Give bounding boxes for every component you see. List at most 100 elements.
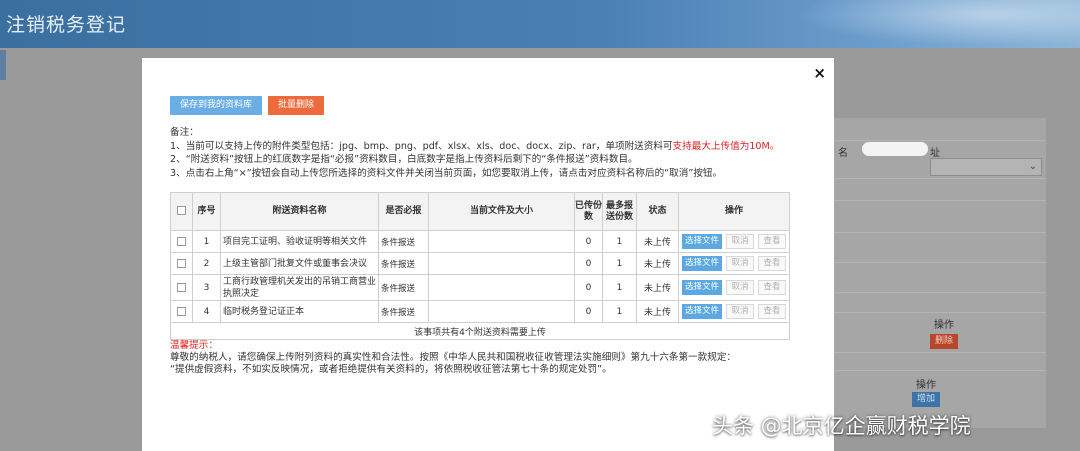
table-row: 4 临时税务登记证正本 条件报送 0 1 未上传 选择文件 取消 查看 <box>170 300 790 323</box>
tips-title: 温馨提示： <box>170 340 218 351</box>
col-uploaded: 已传份数 <box>574 192 603 231</box>
background-add-button[interactable]: 增加 <box>912 392 940 407</box>
notes-section: 备注： 1、当前可以支持上传的附件类型包括：jpg、bmp、png、pdf、xl… <box>170 126 830 180</box>
row-status: 未上传 <box>636 300 679 323</box>
chevron-down-icon: ⌄ <box>1028 161 1037 172</box>
row-name: 临时税务登记证正本 <box>220 300 379 323</box>
col-required: 是否必报 <box>378 192 429 231</box>
row-name: 上级主管部门批复文件或董事会决议 <box>220 252 379 275</box>
row-file <box>428 252 575 275</box>
notes-text: 1、当前可以支持上传的附件类型包括：jpg、bmp、png、pdf、xlsx、x… <box>170 140 673 152</box>
col-name: 附送资料名称 <box>220 192 379 231</box>
table-footer: 该事项共有4个附送资料需要上传 <box>170 322 790 340</box>
table-row: 1 项目完工证明、验收证明等相关文件 条件报送 0 1 未上传 选择文件 取消 … <box>170 230 790 253</box>
row-seq: 3 <box>192 274 221 301</box>
background-row <box>834 232 1046 233</box>
choose-file-button[interactable]: 选择文件 <box>681 256 722 271</box>
row-select-cell <box>170 230 193 253</box>
row-select-cell <box>170 300 193 323</box>
table-row: 2 上级主管部门批复文件或董事会决议 条件报送 0 1 未上传 选择文件 取消 … <box>170 252 790 275</box>
row-status: 未上传 <box>636 274 679 301</box>
row-seq: 1 <box>192 230 221 253</box>
row-required: 条件报送 <box>378 274 429 301</box>
view-button[interactable]: 查看 <box>758 280 786 295</box>
banner-decoration <box>780 0 1080 48</box>
background-row <box>834 292 1046 293</box>
table-footer-row: 该事项共有4个附送资料需要上传 <box>170 322 790 340</box>
table-header-row: 序号 附送资料名称 是否必报 当前文件及大小 已传份数 最多报送份数 状态 操作 <box>170 192 790 231</box>
watermark: 头条 @北京亿企赢财税学院 <box>712 414 971 438</box>
background-row <box>834 370 1046 371</box>
row-file <box>428 230 575 253</box>
batch-delete-button[interactable]: 批量删除 <box>268 96 324 115</box>
tips-line: “提供虚假资料，不如实反映情况，或者拒绝提供有关资料的，将依照税收征管法第七十条… <box>170 364 612 375</box>
row-max: 1 <box>602 252 637 275</box>
row-max: 1 <box>602 300 637 323</box>
row-checkbox[interactable] <box>177 236 186 246</box>
choose-file-button[interactable]: 选择文件 <box>681 234 722 249</box>
col-status: 状态 <box>636 192 679 231</box>
view-button[interactable]: 查看 <box>758 234 786 249</box>
background-row <box>834 262 1046 263</box>
row-select-cell <box>170 252 193 275</box>
background-row <box>834 200 1046 201</box>
view-button[interactable]: 查看 <box>758 256 786 271</box>
select-all-checkbox[interactable] <box>177 206 186 215</box>
col-max: 最多报送份数 <box>602 192 637 231</box>
row-checkbox[interactable] <box>177 258 186 268</box>
background-column-header: 操作 <box>934 320 954 331</box>
row-ops: 选择文件 取消 查看 <box>678 274 790 301</box>
background-label: 名 <box>838 148 848 159</box>
background-delete-button[interactable]: 删除 <box>930 334 958 349</box>
row-name: 工商行政管理机关发出的吊销工商营业执照决定 <box>220 274 379 301</box>
row-file <box>428 274 575 301</box>
row-checkbox[interactable] <box>177 282 186 292</box>
cancel-button[interactable]: 取消 <box>726 280 754 295</box>
background-column-header: 操作 <box>916 380 936 391</box>
row-required: 条件报送 <box>378 230 429 253</box>
background-row <box>834 352 1046 353</box>
notes-line: 2、“附送资料”按钮上的红底数字是指“必报”资料数目，白底数字是指上传资料后剩下… <box>170 154 638 165</box>
row-uploaded: 0 <box>574 300 603 323</box>
row-required: 条件报送 <box>378 300 429 323</box>
background-row <box>834 178 1046 179</box>
upload-attachments-modal: × 保存到我的资料库 批量删除 备注： 1、当前可以支持上传的附件类型包括：jp… <box>142 58 834 451</box>
row-checkbox[interactable] <box>177 306 186 316</box>
background-label: 址 <box>930 148 940 159</box>
background-row <box>834 140 1046 141</box>
choose-file-button[interactable]: 选择文件 <box>681 304 722 319</box>
table-row: 3 工商行政管理机关发出的吊销工商营业执照决定 条件报送 0 1 未上传 选择文… <box>170 274 790 301</box>
row-seq: 4 <box>192 300 221 323</box>
background-row <box>834 312 1046 313</box>
cancel-button[interactable]: 取消 <box>726 256 754 271</box>
top-banner: 注销税务登记 <box>0 0 1080 48</box>
row-select-cell <box>170 274 193 301</box>
cancel-button[interactable]: 取消 <box>726 234 754 249</box>
notes-line: 1、当前可以支持上传的附件类型包括：jpg、bmp、png、pdf、xlsx、x… <box>170 140 830 154</box>
background-select[interactable]: ⌄ <box>930 158 1042 176</box>
row-uploaded: 0 <box>574 252 603 275</box>
row-uploaded: 0 <box>574 230 603 253</box>
choose-file-button[interactable]: 选择文件 <box>681 280 722 295</box>
save-to-library-button[interactable]: 保存到我的资料库 <box>170 96 262 115</box>
view-button[interactable]: 查看 <box>758 304 786 319</box>
col-seq: 序号 <box>192 192 221 231</box>
row-name: 项目完工证明、验收证明等相关文件 <box>220 230 379 253</box>
row-max: 1 <box>602 274 637 301</box>
side-tab[interactable] <box>0 50 6 80</box>
cancel-button[interactable]: 取消 <box>726 304 754 319</box>
notes-line: 3、点击右上角“×”按钮会自动上传您所选择的资料文件并关闭当前页面，如您要取消上… <box>170 167 723 179</box>
row-max: 1 <box>602 230 637 253</box>
row-ops: 选择文件 取消 查看 <box>678 252 790 275</box>
col-ops: 操作 <box>678 192 790 231</box>
row-status: 未上传 <box>636 252 679 275</box>
row-seq: 2 <box>192 252 221 275</box>
close-icon[interactable]: × <box>813 64 826 82</box>
redacted-field <box>862 142 928 156</box>
row-ops: 选择文件 取消 查看 <box>678 300 790 323</box>
notes-heading: 备注： <box>170 127 199 138</box>
tips-section: 温馨提示： 尊敬的纳税人，请您确保上传附列资料的真实性和合法性。按照《中华人民共… <box>170 340 830 376</box>
page-title: 注销税务登记 <box>6 14 127 36</box>
select-all-header <box>170 192 193 231</box>
row-ops: 选择文件 取消 查看 <box>678 230 790 253</box>
